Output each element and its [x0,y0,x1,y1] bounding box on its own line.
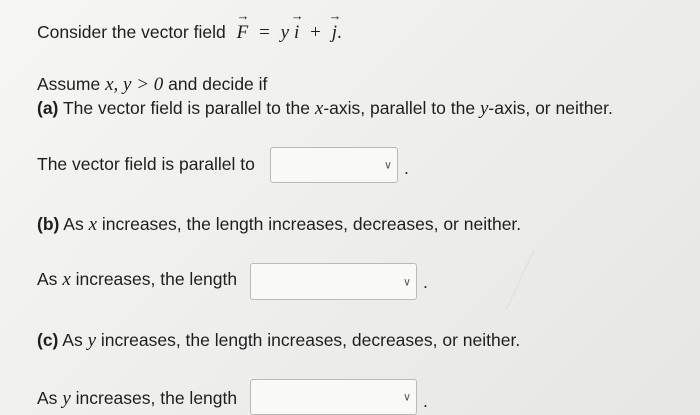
part-c-answer-text: increases, the length [75,388,238,408]
part-c-question: (c) As y increases, the length increases… [37,330,520,352]
part-a-question: (a) The vector field is parallel to the … [37,98,613,120]
statement-period: . [337,22,342,43]
part-c-period: . [423,391,428,411]
part-b-answer-as: As [37,269,58,289]
part-b-text-before: As [63,214,84,234]
part-a-mid: -axis, parallel to the [323,98,476,118]
plus-sign: + [310,22,321,43]
vector-F: F [237,22,249,44]
part-a-period: . [404,158,409,178]
part-a-answer-prompt: The vector field is parallel to [37,154,255,175]
part-c-dropdown[interactable]: ∨ [250,379,417,415]
part-a-end: -axis, or neither. [488,98,613,118]
y-variable: y [280,22,290,43]
unit-vector-i: i [294,22,299,44]
part-c-text-before: As [62,330,83,350]
part-b-period: . [423,272,428,292]
part-c-answer-prompt: As y increases, the length [37,388,237,410]
statement-text: Consider the vector field [37,22,226,42]
part-a-prompt-text: The vector field is parallel to [37,154,255,174]
assume-label: Assume [37,74,101,94]
part-c-label: (c) [37,330,59,350]
part-c-answer-as: As [37,388,58,408]
chevron-down-icon: ∨ [402,276,411,288]
assumption: Assume x, y > 0 and decide if [37,74,267,96]
part-b-label: (b) [37,214,60,234]
assume-tail: and decide if [168,74,268,94]
part-c-y: y [87,330,97,351]
vector-field-statement: Consider the vector field F = y i + j. [37,22,342,44]
equals-sign: = [259,22,270,43]
chevron-down-icon: ∨ [383,159,392,172]
part-b-text-after: increases, the length increases, decreas… [101,214,522,234]
unit-vector-j: j [332,22,337,44]
part-b-answer-text: increases, the length [75,269,238,289]
chevron-down-icon: ∨ [402,391,411,404]
part-b-answer-prompt: As x increases, the length [37,269,237,291]
part-c-answer-var: y [62,388,71,409]
part-b-question: (b) As x increases, the length increases… [37,214,521,236]
part-a-label: (a) [37,98,59,118]
part-b-x: x [88,214,98,235]
part-b-dropdown[interactable]: ∨ [250,263,417,300]
paper-crease [500,250,540,310]
part-c-text-after: increases, the length increases, decreas… [100,330,521,350]
part-b-answer-var: x [62,269,71,290]
part-a-text: The vector field is parallel to the [62,98,311,118]
part-a-dropdown[interactable]: ∨ [270,147,398,183]
assume-condition: x, y > 0 [105,74,164,95]
